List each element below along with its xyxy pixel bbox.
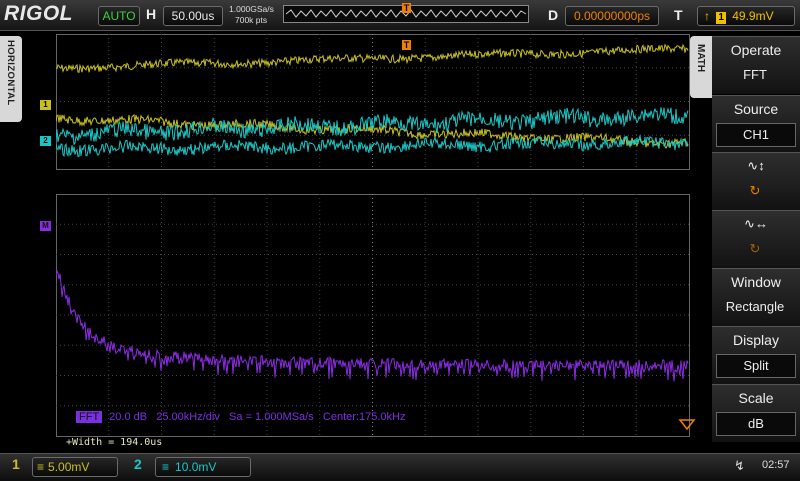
menu-display-value: Split — [716, 354, 796, 378]
dc-coupling-icon: ≡ — [37, 460, 45, 474]
ch1-number[interactable]: 1 — [12, 456, 20, 472]
ch2-marker[interactable]: 2 — [40, 136, 51, 146]
ch1-scale[interactable]: ≡ 5.00mV — [32, 457, 118, 477]
usb-icon: ↯ — [734, 458, 745, 473]
menu-window[interactable]: Window Rectangle — [712, 268, 800, 326]
width-measurement: +Width = 194.0us — [66, 437, 163, 448]
menu-scale-title: Scale — [738, 390, 774, 406]
menu-operate[interactable]: Operate FFT — [712, 36, 800, 94]
clock: 02:57 — [762, 459, 790, 471]
menu-display-title: Display — [733, 332, 779, 348]
ch2-number[interactable]: 2 — [134, 456, 142, 472]
brand-logo: RIGOL — [4, 2, 73, 25]
rotate-knob-icon-2: ↻ — [749, 241, 761, 256]
ch2-scale[interactable]: ≡ 10.0mV — [155, 457, 251, 477]
trigger-edge-icon: ↑ — [704, 9, 710, 23]
trigger-settings[interactable]: ↑ 1 49.9mV — [697, 6, 795, 26]
run-state-indicator[interactable]: AUTO — [98, 6, 140, 26]
sample-rate: 1.000GSa/s — [229, 4, 274, 14]
dc-coupling-icon-2: ≡ — [162, 460, 170, 474]
menu-source-value: CH1 — [716, 123, 796, 147]
menu-window-title: Window — [731, 274, 781, 290]
timebase-value[interactable]: 50.00us — [163, 6, 223, 26]
ch1-scale-value: 5.00mV — [48, 460, 90, 474]
trigger-channel: 1 — [716, 12, 726, 24]
fft-info-line: FFT 20.0 dB 25.00kHz/div Sa = 1.000MSa/s … — [76, 411, 405, 423]
menu-display[interactable]: Display Split — [712, 326, 800, 384]
menu-operate-title: Operate — [730, 42, 782, 58]
fft-scale: 20.0 dB — [109, 411, 148, 423]
vertical-scale-icon: ∿↕ — [747, 158, 765, 173]
horizontal-tab-label: HORIZONTAL — [5, 40, 16, 106]
cursor-marker-icon — [678, 419, 696, 431]
trigger-position-marker-screen: T — [402, 40, 411, 50]
menu-window-value: Rectangle — [725, 299, 785, 314]
menu-source-title: Source — [733, 101, 779, 117]
fft-sample-rate: Sa = 1.000MSa/s — [229, 411, 314, 423]
menu-vertical-adjust[interactable]: ∿↕ ↻ — [712, 152, 800, 210]
fft-grid — [56, 194, 690, 437]
trigger-label: T — [674, 7, 683, 23]
memory-depth: 700k pts — [235, 15, 268, 25]
math-menu-tab-label: MATH — [695, 44, 706, 73]
trigger-level: 49.9mV — [732, 9, 774, 23]
horizontal-tab[interactable]: HORIZONTAL — [0, 36, 22, 122]
fft-center: Center:175.0kHz — [322, 411, 406, 423]
math-marker[interactable]: M — [40, 221, 51, 231]
menu-source[interactable]: Source CH1 — [712, 95, 800, 153]
ch2-scale-value: 10.0mV — [175, 460, 217, 474]
horizontal-scale-icon: ∿↔ — [744, 216, 768, 231]
ch1-marker[interactable]: 1 — [40, 100, 51, 110]
waveform-display[interactable] — [56, 34, 712, 452]
delay-label: D — [548, 7, 559, 23]
fft-tag: FFT — [76, 411, 103, 423]
delay-value[interactable]: 0.00000000ps — [565, 6, 659, 26]
trigger-position-marker: T — [402, 3, 411, 13]
fft-freq-div: 25.00kHz/div — [156, 411, 220, 423]
menu-operate-value: FFT — [743, 67, 767, 82]
horizontal-label: H — [146, 6, 157, 22]
bottom-status-bar — [0, 453, 800, 481]
rotate-knob-icon: ↻ — [749, 183, 761, 198]
menu-scale[interactable]: Scale dB — [712, 384, 800, 442]
menu-scale-value: dB — [716, 412, 796, 436]
math-menu-tab[interactable]: MATH — [690, 36, 712, 98]
menu-horizontal-adjust[interactable]: ∿↔ ↻ — [712, 210, 800, 268]
